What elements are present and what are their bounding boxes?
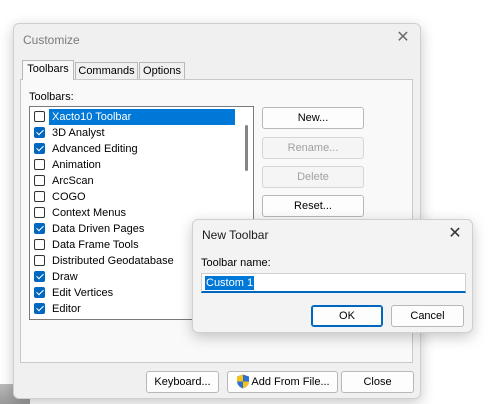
reset-button[interactable]: Reset... (262, 195, 364, 217)
checkbox-icon[interactable] (34, 287, 45, 298)
list-item[interactable]: ArcScan (32, 173, 237, 189)
keyboard-button-label: Keyboard... (154, 376, 211, 388)
tab-commands-label: Commands (78, 65, 135, 77)
list-item-label: Animation (52, 159, 101, 171)
add-from-file-label: Add From File... (251, 376, 330, 388)
list-item[interactable]: Advanced Editing (32, 141, 237, 157)
cancel-button-label: Cancel (410, 310, 445, 322)
checkbox-icon[interactable] (34, 271, 45, 282)
close-button-label: Close (363, 376, 392, 388)
checkbox-icon[interactable] (34, 175, 45, 186)
list-item-label: Distributed Geodatabase (52, 255, 174, 267)
list-item-label: ArcScan (52, 175, 94, 187)
new-toolbar-title: New Toolbar (202, 228, 269, 242)
toolbar-name-label: Toolbar name: (201, 257, 271, 269)
list-item-label: Xacto10 Toolbar (49, 109, 235, 125)
checkbox-icon[interactable] (34, 303, 45, 314)
list-item-label: Data Driven Pages (52, 223, 145, 235)
tab-options-label: Options (143, 65, 181, 77)
customize-titlebar[interactable]: Customize ✕ (14, 24, 420, 54)
close-icon[interactable]: ✕ (395, 30, 411, 46)
toolbar-name-value: Custom 1 (205, 276, 255, 290)
list-item-label: Edit Vertices (52, 287, 114, 299)
list-item[interactable]: Animation (32, 157, 237, 173)
checkbox-icon[interactable] (34, 239, 45, 250)
close-button[interactable]: Close (341, 371, 414, 393)
list-item-label: Data Frame Tools (52, 239, 139, 251)
list-item-label: Editor (52, 303, 81, 315)
tab-toolbars[interactable]: Toolbars (22, 60, 74, 80)
checkbox-icon[interactable] (34, 223, 45, 234)
list-item-label: COGO (52, 191, 86, 203)
list-item-label: 3D Analyst (52, 127, 105, 139)
checkbox-icon[interactable] (34, 255, 45, 266)
checkbox-icon[interactable] (34, 127, 45, 138)
toolbars-label: Toolbars: (29, 91, 74, 103)
rename-button-label: Rename... (287, 142, 339, 154)
list-item[interactable]: Xacto10 Toolbar (32, 109, 237, 125)
new-toolbar-titlebar[interactable]: New Toolbar ✕ (193, 220, 472, 250)
tab-options[interactable]: Options (139, 62, 185, 80)
reset-button-label: Reset... (294, 200, 332, 212)
list-item-label: Advanced Editing (52, 143, 138, 155)
cancel-button[interactable]: Cancel (391, 305, 464, 327)
checkbox-icon[interactable] (34, 111, 45, 122)
tab-toolbars-label: Toolbars (27, 63, 69, 75)
customize-title: Customize (23, 33, 80, 47)
list-item[interactable]: COGO (32, 189, 237, 205)
delete-button[interactable]: Delete (262, 166, 364, 188)
close-icon[interactable]: ✕ (447, 226, 463, 242)
toolbar-name-input[interactable]: Custom 1 (201, 273, 466, 293)
checkbox-icon[interactable] (34, 207, 45, 218)
list-item-label: Context Menus (52, 207, 126, 219)
new-button[interactable]: New... (262, 107, 364, 129)
checkbox-icon[interactable] (34, 191, 45, 202)
ok-button-label: OK (339, 310, 355, 322)
rename-button[interactable]: Rename... (262, 137, 364, 159)
scrollbar-thumb[interactable] (245, 125, 248, 171)
new-button-label: New... (297, 112, 329, 124)
checkbox-icon[interactable] (34, 143, 45, 154)
list-item[interactable]: 3D Analyst (32, 125, 237, 141)
keyboard-button[interactable]: Keyboard... (146, 371, 219, 393)
uac-shield-icon (237, 374, 249, 389)
ok-button[interactable]: OK (311, 305, 383, 327)
delete-button-label: Delete (297, 171, 329, 183)
tab-commands[interactable]: Commands (75, 62, 138, 80)
list-item-label: Draw (52, 271, 78, 283)
checkbox-icon[interactable] (34, 159, 45, 170)
